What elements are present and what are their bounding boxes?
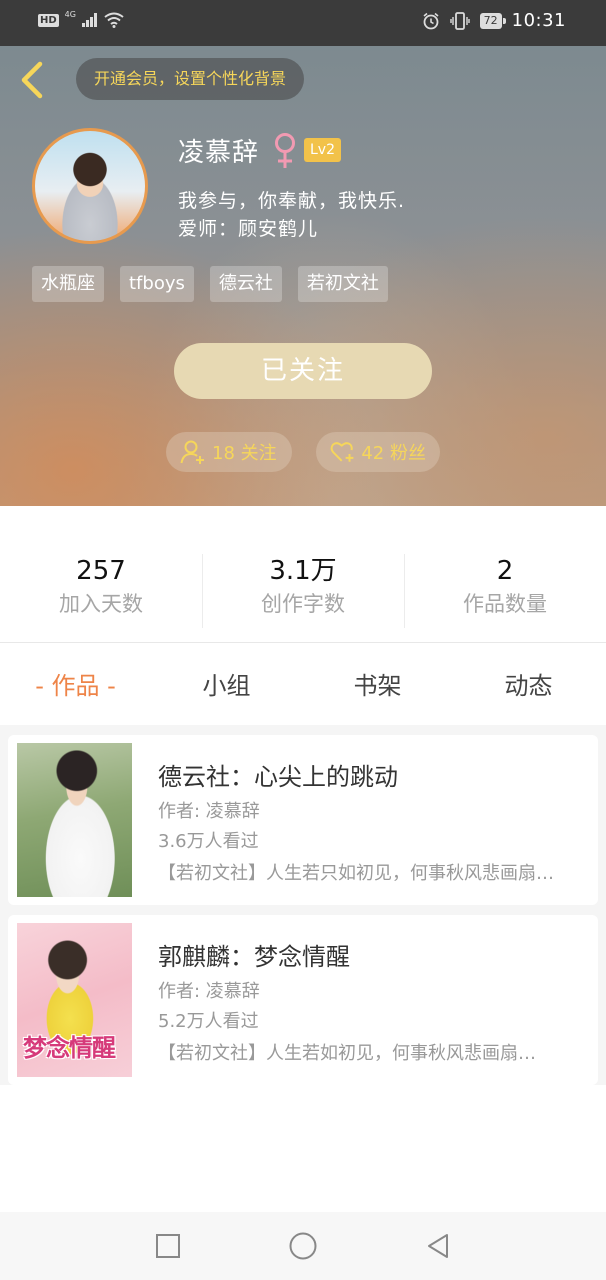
tab-activity[interactable]: 动态 [453, 643, 604, 725]
tag-item[interactable]: 水瓶座 [32, 266, 104, 302]
following-label: 18 关注 [212, 443, 277, 464]
status-bar: HD 4G 72 10:31 [0, 0, 606, 46]
work-intro: 【若初文社】人生若只如初见，何事秋风悲画扇… [158, 863, 554, 884]
custom-background-button[interactable]: 开通会员，设置个性化背景 [76, 58, 305, 100]
tab-bookshelf[interactable]: 书架 [302, 643, 453, 725]
stat-label: 创作字数 [261, 592, 345, 616]
stat-word-count: 3.1万 创作字数 [202, 554, 404, 620]
stat-label: 作品数量 [463, 592, 547, 616]
signal-icon [81, 13, 97, 27]
fans-label: 42 粉丝 [361, 443, 426, 464]
book-cover [17, 743, 132, 897]
network-type: 4G [64, 9, 76, 19]
work-card[interactable]: 梦念情醒 郭麒麟：梦念情醒 作者: 凌慕辞 5.2万人看过 【若初文社】人生若如… [8, 915, 598, 1085]
vibrate-icon [449, 11, 470, 30]
user-mentor: 爱师：顾安鹤儿 [178, 218, 319, 240]
tag-list: 水瓶座 tfboys 德云社 若初文社 [32, 266, 388, 302]
tab-groups[interactable]: 小组 [151, 643, 302, 725]
battery-indicator: 72 [479, 12, 506, 29]
wifi-icon [104, 12, 124, 28]
stat-join-days: 257 加入天数 [0, 554, 202, 620]
user-bio: 我参与，你奉献，我快乐. [178, 190, 406, 212]
alarm-icon [423, 12, 439, 29]
tag-item[interactable]: 德云社 [209, 266, 282, 302]
work-intro: 【若初文社】人生若如初见，何事秋风悲画扇… [158, 1043, 536, 1064]
hd-badge: HD [38, 13, 59, 27]
following-button[interactable]: 18 关注 [166, 432, 292, 472]
work-title: 郭麒麟：梦念情醒 [158, 943, 350, 971]
fans-button[interactable]: 42 粉丝 [316, 432, 440, 472]
tab-works[interactable]: - 作品 - [0, 643, 151, 725]
home-circle-icon[interactable] [287, 1230, 319, 1262]
work-title: 德云社：心尖上的跳动 [158, 763, 398, 791]
stat-value: 3.1万 [269, 556, 337, 586]
username: 凌慕辞 [178, 138, 260, 168]
book-cover: 梦念情醒 [17, 923, 132, 1077]
avatar[interactable] [32, 128, 148, 244]
back-arrow-icon[interactable] [16, 58, 46, 102]
back-triangle-icon[interactable] [422, 1230, 454, 1262]
user-add-icon [180, 440, 204, 464]
work-author: 作者: 凌慕辞 [158, 981, 260, 1002]
work-views: 5.2万人看过 [158, 1011, 259, 1032]
profile-tabs: - 作品 - 小组 书架 动态 [0, 643, 606, 725]
system-nav-bar [0, 1212, 606, 1280]
tag-item[interactable]: 若初文社 [297, 266, 388, 302]
follow-button[interactable]: 已关注 [174, 343, 432, 399]
stat-label: 加入天数 [59, 592, 143, 616]
level-badge: Lv2 [304, 138, 341, 162]
tag-item[interactable]: tfboys [120, 266, 194, 302]
status-right: 72 10:31 [422, 10, 566, 31]
work-card[interactable]: 德云社：心尖上的跳动 作者: 凌慕辞 3.6万人看过 【若初文社】人生若只如初见… [8, 735, 598, 905]
work-views: 3.6万人看过 [158, 831, 259, 852]
profile-header: 开通会员，设置个性化背景 凌慕辞 Lv2 我参与，你奉献，我快乐. 爱师：顾安鹤… [0, 46, 606, 506]
status-left: HD 4G [38, 9, 124, 28]
work-author: 作者: 凌慕辞 [158, 801, 260, 822]
stats-row: 257 加入天数 3.1万 创作字数 2 作品数量 [0, 506, 606, 643]
female-icon [275, 133, 295, 168]
cover-title: 梦念情醒 [23, 1034, 116, 1062]
stat-works-count: 2 作品数量 [404, 554, 606, 620]
heart-add-icon [330, 442, 354, 462]
stat-value: 2 [496, 556, 514, 586]
recents-square-icon[interactable] [152, 1230, 184, 1262]
clock: 10:31 [511, 10, 566, 31]
works-list: 德云社：心尖上的跳动 作者: 凌慕辞 3.6万人看过 【若初文社】人生若只如初见… [0, 725, 606, 1085]
stat-value: 257 [76, 556, 126, 586]
